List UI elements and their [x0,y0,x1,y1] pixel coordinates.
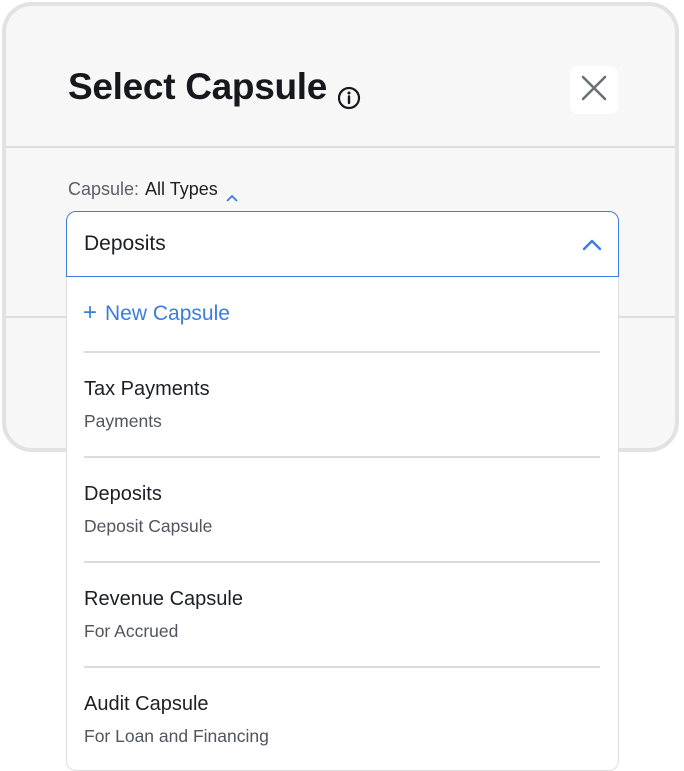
option-title: Deposits [84,483,162,505]
chevron-up-icon [226,186,238,201]
option-title: Audit Capsule [84,693,209,715]
option-subtitle: For Loan and Financing [84,726,269,746]
list-divider [84,666,600,668]
new-capsule-label: New Capsule [105,302,230,325]
close-button[interactable] [570,66,618,114]
header-divider [6,146,675,148]
option-title: Revenue Capsule [84,588,243,610]
option-deposits[interactable]: Deposits Deposit Capsule [84,483,600,573]
option-tax-payments[interactable]: Tax Payments Payments [84,378,600,468]
filter-value: All Types [145,179,218,199]
close-icon [581,75,607,106]
option-subtitle: For Accrued [84,621,179,641]
list-divider [84,561,600,563]
list-divider [84,456,600,458]
capsule-select[interactable]: Deposits [66,211,619,277]
modal-title: Select Capsule [68,66,328,107]
option-revenue-capsule[interactable]: Revenue Capsule For Accrued [84,588,600,678]
capsule-dropdown-list: + New Capsule Tax Payments Payments Depo… [66,276,619,771]
option-audit-capsule[interactable]: Audit Capsule For Loan and Financing [84,693,600,771]
capsule-type-filter[interactable]: Capsule: All Types [68,179,238,201]
option-title: Tax Payments [84,378,210,400]
filter-label: Capsule: [68,179,140,199]
option-subtitle: Deposit Capsule [84,516,213,536]
info-circle-icon[interactable] [337,77,361,110]
stage: Select Capsule Capsule: All Types Deposi… [0,0,684,771]
modal-title-row: Select Capsule [68,66,361,110]
selected-capsule: Deposits [84,232,166,255]
option-subtitle: Payments [84,411,162,431]
new-capsule-button[interactable]: + New Capsule [83,299,230,326]
plus-icon: + [83,299,98,326]
list-divider [84,351,600,353]
chevron-up-icon [582,238,602,251]
